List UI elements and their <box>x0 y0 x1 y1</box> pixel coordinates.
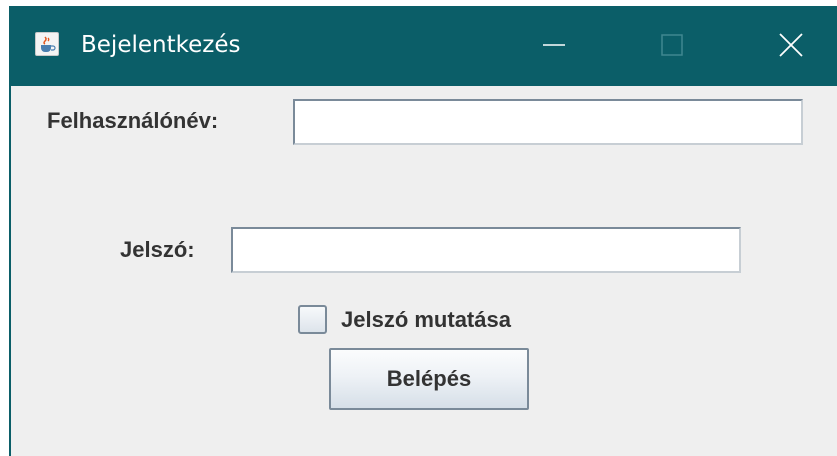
username-label: Felhasználónév: <box>47 108 219 133</box>
java-cup-icon <box>35 32 59 56</box>
show-password-label[interactable]: Jelszó mutatása <box>341 307 511 333</box>
password-label: Jelszó: <box>120 237 195 262</box>
password-field[interactable] <box>231 227 741 273</box>
username-field[interactable] <box>293 99 803 145</box>
minimize-button[interactable] <box>524 20 584 70</box>
login-button[interactable]: Belépés <box>329 348 529 410</box>
minimize-icon <box>543 44 565 46</box>
title-bar[interactable]: Bejelentkezés <box>9 6 837 86</box>
form-panel: Felhasználónév: Jelszó: Jelszó mutatása … <box>9 86 837 456</box>
maximize-icon <box>661 34 683 56</box>
show-password-checkbox[interactable] <box>298 305 327 334</box>
maximize-button[interactable] <box>642 20 702 70</box>
login-window: Bejelentkezés Felhasználónév: Jelszó: Je… <box>9 6 837 456</box>
window-title: Bejelentkezés <box>81 32 241 58</box>
close-button[interactable] <box>761 20 821 70</box>
close-icon <box>779 33 803 57</box>
